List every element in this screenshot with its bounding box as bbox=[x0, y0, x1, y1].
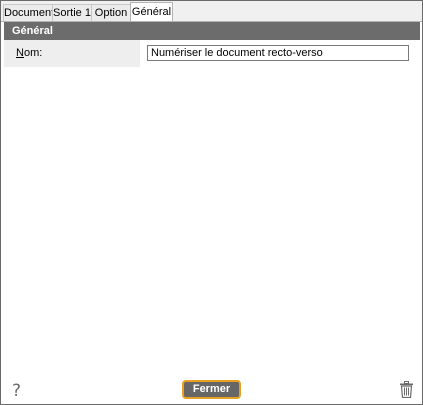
name-row: Nom: bbox=[4, 40, 420, 67]
tab-general[interactable]: Général bbox=[130, 2, 173, 22]
dialog-window: Document Sortie 1 Option Général Général… bbox=[0, 0, 423, 405]
name-label-accelerator: N bbox=[16, 47, 24, 59]
tab-sortie-1[interactable]: Sortie 1 bbox=[52, 4, 92, 21]
name-label-text: om: bbox=[23, 47, 43, 59]
trash-icon[interactable] bbox=[400, 381, 413, 398]
tab-option[interactable]: Option bbox=[91, 4, 131, 21]
close-button[interactable]: Fermer bbox=[182, 380, 241, 399]
tab-document[interactable]: Document bbox=[3, 4, 54, 21]
tab-bar: Document Sortie 1 Option Général bbox=[1, 1, 422, 22]
name-label-cell: Nom: bbox=[4, 40, 140, 67]
help-icon[interactable]: ? bbox=[12, 381, 21, 401]
name-label: Nom: bbox=[16, 47, 42, 59]
section-header: Général bbox=[4, 22, 420, 40]
name-field[interactable] bbox=[147, 45, 409, 61]
